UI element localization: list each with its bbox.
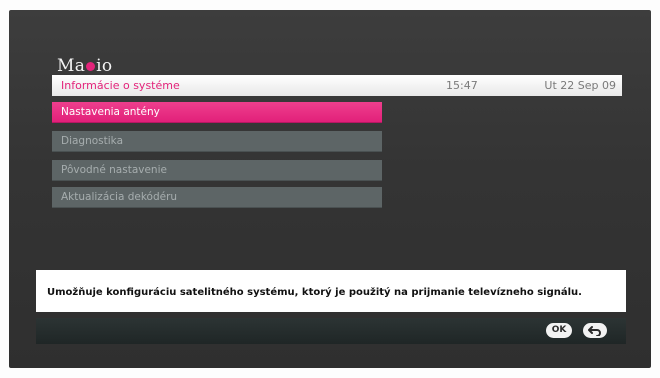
menu-item-decoder-update[interactable]: Aktualizácia dekódéru: [52, 187, 382, 208]
clock-time: 15:47: [446, 79, 478, 92]
page-title: Informácie o systéme: [61, 79, 180, 92]
current-date: Ut 22 Sep 09: [544, 79, 616, 92]
magio-logo: Ma io: [57, 56, 113, 76]
ok-button[interactable]: OK: [546, 323, 572, 338]
header-bar: Informácie o systéme 15:47 Ut 22 Sep 09: [52, 75, 622, 96]
menu-item-factory-reset[interactable]: Pôvodné nastavenie: [52, 160, 382, 181]
menu-item-antenna-settings[interactable]: Nastavenia antény: [52, 102, 382, 123]
logo-dot: [86, 62, 96, 71]
help-text: Umožňuje konfiguráciu satelitného systém…: [47, 287, 582, 298]
back-arrow-icon: [583, 325, 607, 336]
button-bar: OK: [36, 318, 626, 344]
help-panel: Umožňuje konfiguráciu satelitného systém…: [36, 270, 626, 312]
back-button[interactable]: [583, 323, 607, 338]
menu-item-diagnostics[interactable]: Diagnostika: [52, 131, 382, 152]
